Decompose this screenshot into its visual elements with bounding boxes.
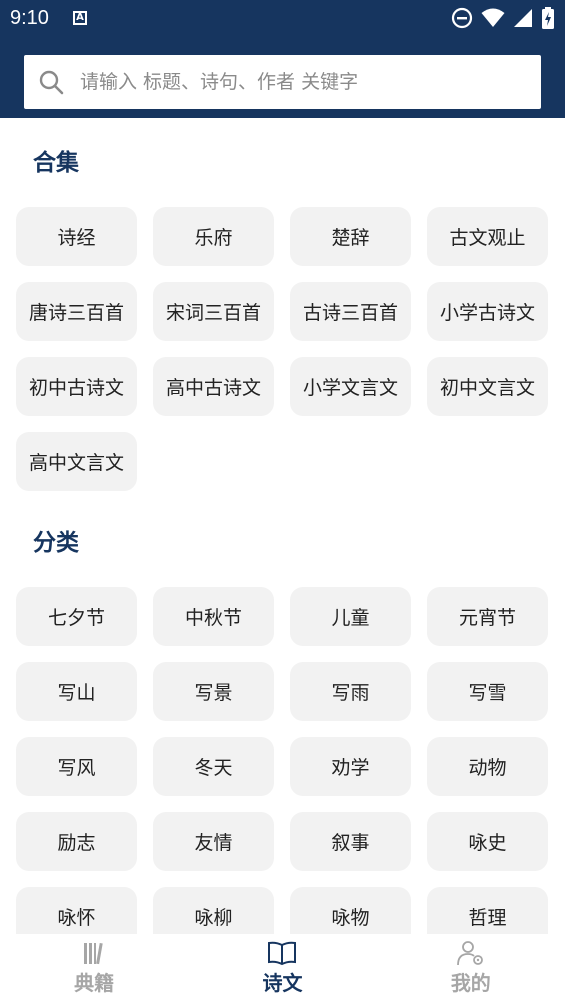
- chip-button[interactable]: 叙事: [290, 812, 411, 871]
- nav-label-poems: 诗文: [262, 971, 303, 995]
- nav-item-poems[interactable]: 诗文: [188, 934, 376, 1004]
- chip-button[interactable]: 七夕节: [16, 587, 137, 646]
- chip-button[interactable]: 元宵节: [427, 587, 548, 646]
- chip-button[interactable]: 写风: [16, 737, 137, 796]
- nav-item-classics[interactable]: 典籍: [0, 934, 188, 1004]
- chip-button[interactable]: 励志: [16, 812, 137, 871]
- chip-button[interactable]: 初中古诗文: [16, 357, 137, 416]
- bottom-nav: 典籍 诗文 我的: [0, 934, 565, 1004]
- chip-button[interactable]: 小学文言文: [290, 357, 411, 416]
- wifi-icon: [481, 8, 505, 27]
- status-icons: [451, 7, 555, 29]
- categories-grid: 七夕节 中秋节 儿童 元宵节 写山 写景 写雨 写雪 写风 冬天 劝学 动物 励志 友情 叙事 咏史 咏怀 咏柳咏…: [16, 587, 549, 946]
- chip-button[interactable]: 中秋节: [153, 587, 274, 646]
- chip-button[interactable]: 冬天: [153, 737, 274, 796]
- chip-button[interactable]: 小学古诗文: [427, 282, 548, 341]
- chip-button[interactable]: 写山: [16, 662, 137, 721]
- accessibility-notification-icon: A: [73, 11, 87, 25]
- status-bar: 9:10 A: [0, 0, 565, 38]
- battery-charging-icon: [542, 7, 554, 29]
- chip-button[interactable]: 写雪: [427, 662, 548, 721]
- chip-button[interactable]: 友情: [153, 812, 274, 871]
- user-settings-icon: [456, 941, 483, 966]
- section-title-collections: 合集: [33, 150, 79, 176]
- chip-button[interactable]: 写雨: [290, 662, 411, 721]
- app-header: [0, 38, 565, 118]
- chip-button[interactable]: 宋词三百首: [153, 282, 274, 341]
- cell-signal-icon: [514, 9, 532, 27]
- books-icon: [84, 942, 103, 965]
- chip-button[interactable]: 诗经: [16, 207, 137, 266]
- open-book-icon: [268, 941, 297, 966]
- nav-item-mine[interactable]: 我的: [377, 934, 565, 1004]
- nav-label-mine: 我的: [450, 971, 491, 995]
- chip-button[interactable]: 动物: [427, 737, 548, 796]
- chip-button[interactable]: 楚辞: [290, 207, 411, 266]
- chip-button[interactable]: 写景: [153, 662, 274, 721]
- search-icon: [39, 70, 64, 95]
- chip-button[interactable]: 初中文言文: [427, 357, 548, 416]
- search-input[interactable]: [78, 70, 522, 94]
- chip-button[interactable]: 高中文言文: [16, 432, 137, 491]
- collections-grid: 诗经 乐府 楚辞 古文观止唐诗三百首 宋词三百首 古诗三百首 小学古诗文初中古诗文 高中古诗文…: [16, 207, 549, 491]
- do-not-disturb-icon: [451, 7, 473, 29]
- chip-button[interactable]: 高中古诗文: [153, 357, 274, 416]
- chip-button[interactable]: 古文观止: [427, 207, 548, 266]
- chip-button[interactable]: 劝学: [290, 737, 411, 796]
- search-bar[interactable]: [24, 55, 541, 109]
- chip-button[interactable]: 乐府: [153, 207, 274, 266]
- chip-button[interactable]: 古诗三百首: [290, 282, 411, 341]
- chip-button[interactable]: 唐诗三百首: [16, 282, 137, 341]
- nav-label-classics: 典籍: [74, 971, 115, 995]
- section-title-categories: 分类: [33, 530, 79, 556]
- chip-button[interactable]: 咏史: [427, 812, 548, 871]
- status-time: 9:10: [10, 7, 49, 29]
- chip-button[interactable]: 儿童: [290, 587, 411, 646]
